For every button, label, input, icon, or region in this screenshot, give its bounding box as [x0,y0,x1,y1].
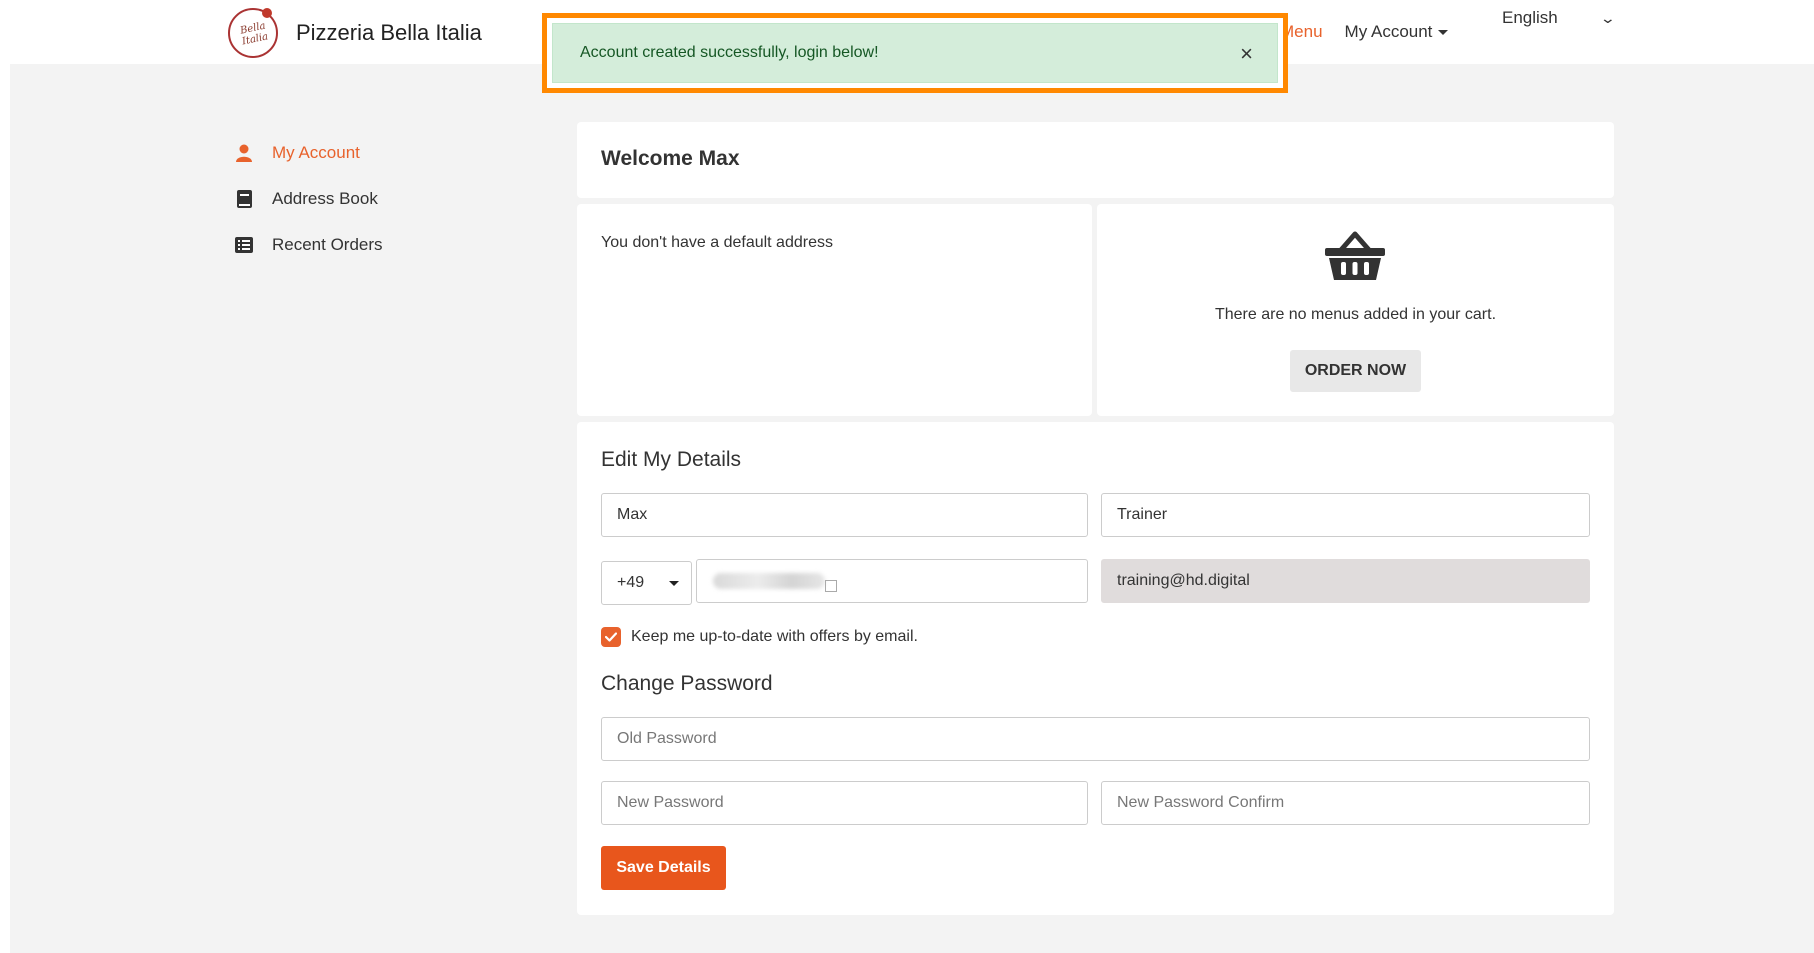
phone-redacted [713,573,825,589]
success-toast: Account created successfully, login belo… [552,23,1278,83]
book-icon [234,189,254,209]
change-password-title: Change Password [601,672,773,695]
toast-highlight: Account created successfully, login belo… [542,13,1288,93]
sidebar-item-recent-orders[interactable]: Recent Orders [234,222,383,268]
phone-cursor [825,580,837,592]
brand-name[interactable]: Pizzeria Bella Italia [296,20,482,46]
newsletter-label: Keep me up-to-date with offers by email. [631,628,918,645]
toast-message: Account created successfully, login belo… [580,44,879,61]
new-password-field[interactable] [601,781,1088,825]
caret-down-icon [669,580,679,586]
last-name-field[interactable] [1101,493,1590,537]
main-nav: Menu My Account [1280,22,1449,42]
address-message: You don't have a default address [601,234,833,251]
nav-account-dropdown[interactable]: My Account [1345,22,1449,42]
save-details-button[interactable]: Save Details [601,846,726,890]
account-sidebar: My Account Address Book Recent Orders [234,130,383,268]
old-password-field[interactable] [601,717,1590,761]
order-now-button[interactable]: ORDER NOW [1290,350,1421,392]
logo-text: Bella Italia [239,20,270,48]
welcome-title: Welcome Max [601,147,740,170]
newsletter-checkbox[interactable] [601,627,621,647]
email-field [1101,559,1590,603]
user-icon [234,143,254,163]
country-code-value: +49 [617,574,645,591]
sidebar-item-label: Address Book [272,189,378,208]
phone-field[interactable] [696,559,1088,603]
brand[interactable]: Bella Italia Pizzeria Bella Italia [228,8,482,58]
language-select[interactable]: English ⌄ [1502,8,1617,28]
sidebar-item-label: My Account [272,143,360,162]
close-icon[interactable]: × [1240,43,1253,65]
new-password-confirm-field[interactable] [1101,781,1590,825]
nav-account-label: My Account [1344,22,1433,41]
default-address-card: You don't have a default address [577,204,1092,416]
sidebar-item-address-book[interactable]: Address Book [234,176,383,222]
country-code-select[interactable]: +49 [601,561,692,605]
list-icon [234,235,254,255]
cart-card: There are no menus added in your cart. O… [1097,204,1614,416]
sidebar-item-label: Recent Orders [272,235,383,254]
newsletter-checkbox-row[interactable]: Keep me up-to-date with offers by email. [601,627,918,647]
edit-details-card: Edit My Details +49 Keep me up-to-date w… [577,422,1614,915]
language-label: English [1502,8,1558,27]
logo[interactable]: Bella Italia [228,8,278,58]
chevron-down-icon: ⌄ [1599,9,1617,26]
first-name-field[interactable] [601,493,1088,537]
caret-down-icon [1438,29,1449,35]
logo-pizza-icon [262,8,272,18]
edit-details-title: Edit My Details [601,448,742,471]
cart-empty-message: There are no menus added in your cart. [1214,306,1497,323]
basket-icon [1325,231,1385,280]
welcome-card: Welcome Max [577,122,1614,198]
sidebar-item-my-account[interactable]: My Account [234,130,383,176]
